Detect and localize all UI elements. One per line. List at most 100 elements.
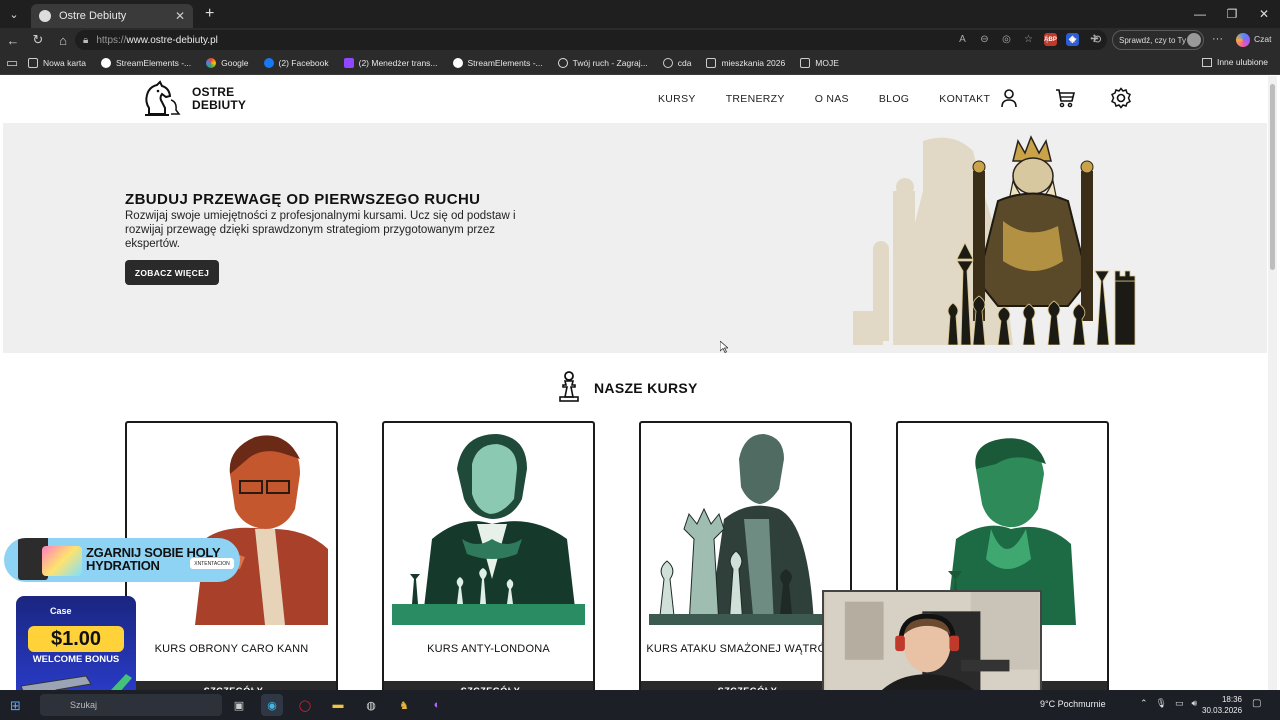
lock-icon[interactable]: 🔒︎: [83, 35, 88, 46]
course-details-button[interactable]: SZCZEGÓŁY: [641, 681, 850, 690]
cart-icon[interactable]: [1054, 87, 1076, 109]
bookmark-item[interactable]: Google: [206, 58, 249, 68]
back-icon[interactable]: ←: [1, 28, 25, 52]
bookmark-label: Twój ruch - Zagraj...: [572, 58, 648, 68]
opera-icon[interactable]: ◯: [294, 694, 316, 716]
new-tab-icon[interactable]: +: [205, 5, 214, 23]
bookmark-label: StreamElements -...: [467, 58, 543, 68]
history-icon[interactable]: ⟲: [1092, 33, 1101, 46]
site-logo[interactable]: OSTRE DEBIUTY: [192, 86, 246, 112]
bookmark-item[interactable]: mieszkania 2026: [706, 58, 785, 68]
bookmark-item[interactable]: MOJE: [800, 58, 839, 68]
profile-prompt: Sprawdź, czy to Ty: [1119, 35, 1186, 45]
url-prefix: https://: [96, 34, 127, 46]
microphone-icon[interactable]: 🎙︎: [1156, 698, 1167, 709]
zoom-icon[interactable]: ⊖: [978, 33, 991, 46]
user-icon[interactable]: [998, 87, 1020, 109]
browser-tab-bar: ⌄ Ostre Debiuty ✕ + — ❐ ✕: [0, 0, 1280, 28]
favorites-icon[interactable]: ☆: [1068, 33, 1078, 46]
course-name: KURS OBRONY CARO KANN: [154, 643, 309, 655]
see-more-button[interactable]: ZOBACZ WIĘCEJ: [125, 260, 219, 285]
taskbar-apps: ▣ ◉ ◯ ▬ ◍ ♞ ◐: [228, 694, 459, 716]
globe-icon: [662, 58, 673, 68]
star-icon[interactable]: ☆: [1022, 33, 1035, 46]
profile-button[interactable]: Sprawdź, czy to Ty: [1112, 30, 1204, 50]
taskbar-search[interactable]: Szukaj: [40, 694, 222, 716]
chess-king-illustration: [853, 135, 1136, 345]
other-favorites[interactable]: Inne ulubione: [1201, 57, 1268, 67]
weather-widget[interactable]: 9°C Pochmurnie: [1040, 699, 1106, 709]
reader-icon[interactable]: ◎: [1000, 33, 1013, 46]
knight-logo-icon[interactable]: [135, 80, 183, 118]
network-icon[interactable]: ▭: [1175, 698, 1184, 709]
case-brand: Case: [50, 606, 72, 616]
translate-icon[interactable]: A: [956, 33, 969, 46]
nav-link-blog[interactable]: BLOG: [879, 93, 909, 105]
task-view-icon[interactable]: ▣: [228, 694, 250, 716]
minimize-icon[interactable]: —: [1184, 0, 1216, 28]
settings-icon[interactable]: [1110, 87, 1132, 109]
course-details-button[interactable]: SZCZEGÓŁY: [384, 681, 593, 690]
nav-link-o-nas[interactable]: O NAS: [815, 93, 849, 105]
taskbar: ⊞ Szukaj ▣ ◉ ◯ ▬ ◍ ♞ ◐ 9°C Pochmurnie ⌃ …: [0, 690, 1280, 720]
other-favorites-label: Inne ulubione: [1216, 57, 1268, 67]
bookmark-item[interactable]: (2) Facebook: [263, 58, 329, 68]
page-icon: [28, 58, 38, 68]
window-close-icon[interactable]: ✕: [1248, 0, 1280, 28]
close-icon[interactable]: ✕: [175, 9, 185, 23]
maximize-icon[interactable]: ❐: [1216, 0, 1248, 28]
edge-icon[interactable]: ◉: [261, 694, 283, 716]
url-domain: www.ostre-debiuty.pl: [126, 34, 218, 46]
home-icon[interactable]: ⌂: [51, 28, 75, 52]
course-details-button[interactable]: SZCZEGÓŁY: [127, 681, 336, 690]
address-bar-icons: A ⊖ ◎ ☆ ABP ◆ ✣: [956, 33, 1101, 46]
hero-section: ZBUDUJ PRZEWAGĘ OD PIERWSZEGO RUCHU Rozw…: [3, 123, 1267, 353]
window-controls: — ❐ ✕: [1184, 0, 1280, 28]
facebook-icon: [263, 58, 274, 68]
notification-icon[interactable]: ▢: [1252, 698, 1261, 709]
taskbar-search-placeholder: Szukaj: [70, 700, 98, 710]
more-icon[interactable]: ···: [1212, 33, 1223, 45]
course-card[interactable]: KURS ANTY-LONDONA SZCZEGÓŁY: [382, 421, 595, 690]
sidebar-toggle-icon[interactable]: ▭: [4, 51, 20, 75]
obs-icon[interactable]: ◍: [360, 694, 382, 716]
tab-menu-icon[interactable]: ⌄: [3, 4, 25, 24]
course-card[interactable]: KURS ATAKU SMAŻONEJ WĄTRÓBKI SZCZEGÓŁY: [639, 421, 852, 690]
windows-start-icon[interactable]: ⊞: [10, 698, 21, 714]
main-nav: KURSY TRENERZY O NAS BLOG KONTAKT: [658, 93, 1020, 105]
bookmark-item[interactable]: Twój ruch - Zagraj...: [557, 58, 648, 68]
tab-title: Ostre Debiuty: [59, 10, 127, 22]
copilot-icon[interactable]: [1236, 33, 1250, 47]
avatar: [1187, 33, 1201, 47]
nav-link-trenerzy[interactable]: TRENERZY: [726, 93, 785, 105]
streamelements-icon: [452, 58, 463, 68]
case-amount: $1.00: [28, 626, 124, 652]
drink-ad-tag: XNTENTACION: [190, 558, 234, 569]
file-explorer-icon[interactable]: ▬: [327, 694, 349, 716]
discord-icon[interactable]: ◐: [426, 694, 448, 716]
nav-link-kursy[interactable]: KURSY: [658, 93, 696, 105]
page-scrollbar[interactable]: [1268, 76, 1277, 690]
tray-chevron-icon[interactable]: ⌃: [1140, 698, 1148, 709]
scrollbar-thumb[interactable]: [1270, 84, 1275, 270]
reload-icon[interactable]: ↻: [26, 28, 50, 52]
course-name: KURS ANTY-LONDONA: [427, 643, 550, 655]
nav-link-kontakt[interactable]: KONTAKT: [939, 93, 990, 105]
chess-app-icon[interactable]: ♞: [393, 694, 415, 716]
bookmark-label: Google: [221, 58, 249, 68]
url-field[interactable]: 🔒︎ https://www.ostre-debiuty.pl A ⊖ ◎ ☆ …: [75, 30, 1107, 50]
bookmark-item[interactable]: (2) Menedżer trans...: [343, 58, 438, 68]
bookmark-label: Nowa karta: [43, 58, 86, 68]
bookmark-item[interactable]: StreamElements -...: [101, 58, 191, 68]
browser-essentials-icon[interactable]: ⚕: [1044, 33, 1050, 46]
folder-icon: [706, 58, 717, 68]
clock-date: 30.03.2026: [1202, 706, 1243, 715]
bookmark-item[interactable]: StreamElements -...: [452, 58, 543, 68]
taskbar-clock[interactable]: 18:36 30.03.2026: [1202, 694, 1242, 716]
browser-tab[interactable]: Ostre Debiuty ✕: [31, 4, 193, 28]
bookmark-item[interactable]: Nowa karta: [28, 58, 86, 68]
case-bonus: WELCOME BONUS: [32, 654, 120, 665]
volume-icon[interactable]: 🔊︎: [1192, 698, 1198, 709]
copilot-label[interactable]: Czat: [1254, 34, 1271, 44]
bookmark-item[interactable]: cda: [662, 58, 691, 68]
